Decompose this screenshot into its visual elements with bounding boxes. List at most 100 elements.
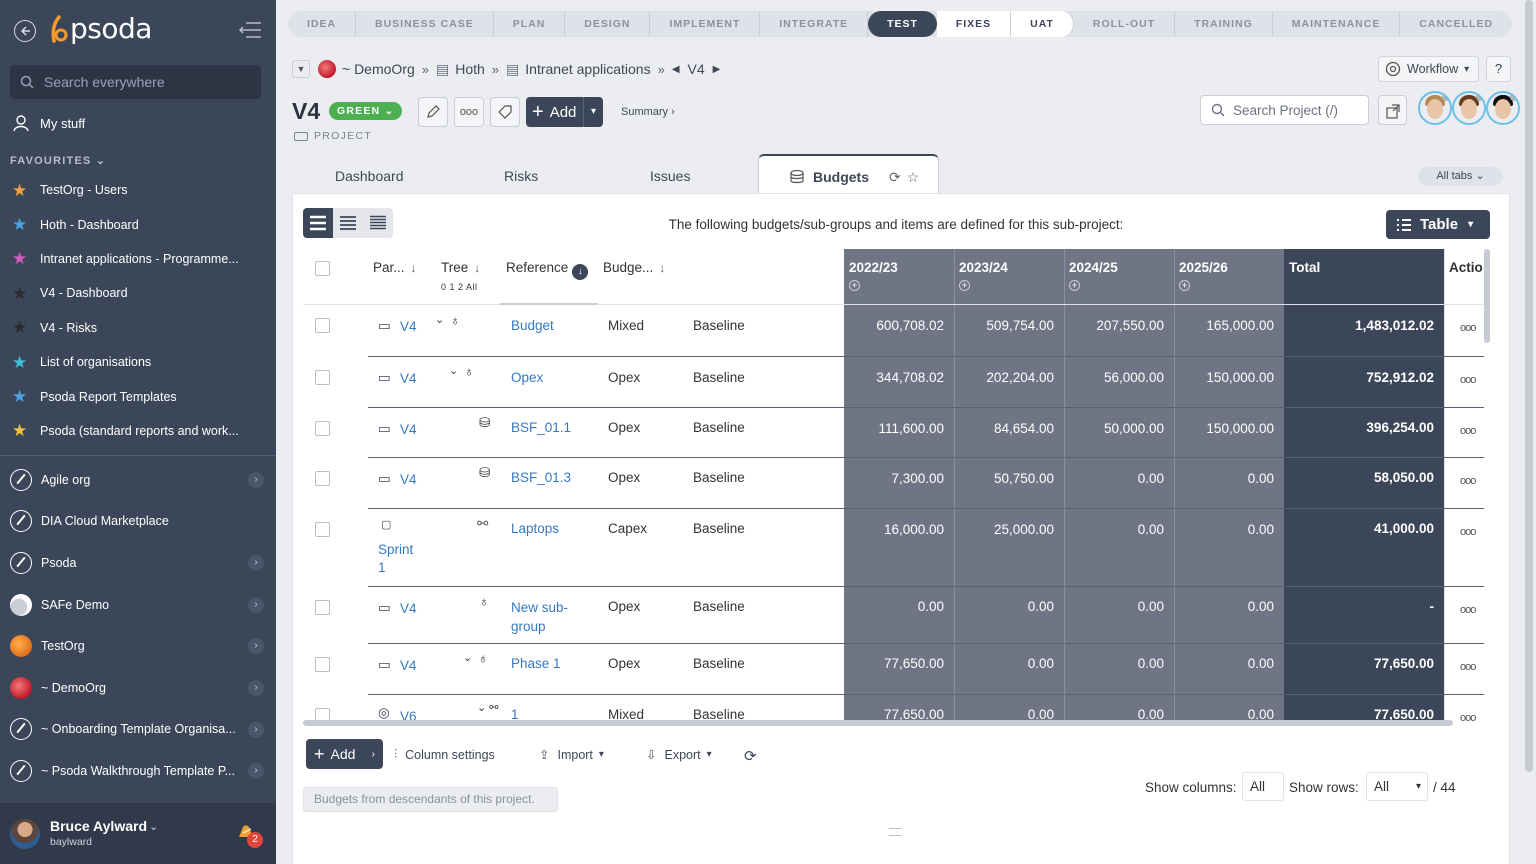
footer-add-button[interactable]: + Add › xyxy=(306,739,383,769)
reference-link[interactable]: Budget xyxy=(511,318,554,333)
column-header-year[interactable]: 2023/24 + xyxy=(959,260,1008,291)
favourite-item[interactable]: ★ Intranet applications - Programme... xyxy=(0,242,276,276)
org-item-safe-demo[interactable]: SAFe Demo › xyxy=(0,584,276,626)
chevron-right-icon[interactable]: › xyxy=(248,472,264,488)
import-button[interactable]: ⇪ Import ▾ xyxy=(539,747,604,763)
back-icon[interactable] xyxy=(14,20,36,42)
page-scrollbar[interactable] xyxy=(1525,0,1533,772)
expand-icon[interactable]: + xyxy=(959,280,970,291)
previous-sibling-icon[interactable]: ◀ xyxy=(672,64,680,75)
reference-link[interactable]: BSF_01.1 xyxy=(511,420,571,435)
row-actions-icon[interactable]: ooo xyxy=(1460,475,1476,487)
descendants-toggle[interactable]: Budgets from descendants of this project… xyxy=(303,787,558,812)
user-panel[interactable]: Bruce Aylward ⌄ baylward xyxy=(0,803,276,864)
stage-plan[interactable]: PLAN xyxy=(494,11,566,37)
row-actions-icon[interactable]: ooo xyxy=(1460,322,1476,334)
reference-link[interactable]: New sub-group xyxy=(511,598,581,636)
table-row[interactable]: ▭ V4 ⛁ BSF_01.3 Opex Baseline 7,300.00 5… xyxy=(303,458,1484,509)
favourite-item[interactable]: ★ Psoda Report Templates xyxy=(0,379,276,413)
team-member-avatar[interactable] xyxy=(1452,91,1486,125)
column-header-year[interactable]: 2022/23 + xyxy=(849,260,898,291)
org-item-agile-org[interactable]: Agile org › xyxy=(0,459,276,501)
status-badge[interactable]: GREEN ⌄ xyxy=(329,102,403,120)
share-button[interactable] xyxy=(1378,95,1407,125)
global-search-input[interactable]: Search everywhere xyxy=(10,65,261,99)
reference-link[interactable]: Opex xyxy=(511,370,543,385)
parent-link[interactable]: V4 xyxy=(400,319,417,334)
chevron-down-icon[interactable]: ⌄ xyxy=(449,364,458,377)
refresh-icon[interactable]: ⟳ xyxy=(889,169,901,186)
favourite-item[interactable]: ★ V4 - Dashboard xyxy=(0,276,276,310)
row-actions-icon[interactable]: ooo xyxy=(1460,425,1476,437)
chevron-down-icon[interactable]: ⌄ xyxy=(463,651,472,664)
parent-link[interactable]: Sprint 1 xyxy=(378,541,423,577)
table-row[interactable]: ▢ Sprint 1 ⚯ Laptops Capex Baseline 16,0… xyxy=(303,509,1484,587)
parent-link[interactable]: V4 xyxy=(400,601,417,616)
table-row[interactable]: ▭ V4 ⌄ ♁ Budget Mixed Baseline 600,708.0… xyxy=(303,305,1484,357)
column-settings-button[interactable]: ⫶ Column settings xyxy=(394,747,495,762)
chevron-down-icon[interactable]: ⌄ xyxy=(149,820,158,833)
team-member-avatar[interactable] xyxy=(1418,91,1452,125)
stage-business-case[interactable]: BUSINESS CASE xyxy=(356,11,494,37)
org-item-demoorg[interactable]: ~ DemoOrg › xyxy=(0,667,276,709)
psoda-logo[interactable]: psoda xyxy=(50,12,152,45)
row-checkbox[interactable] xyxy=(315,657,330,672)
breadcrumb-org[interactable]: ~ DemoOrg xyxy=(342,61,415,77)
reference-link[interactable]: Laptops xyxy=(511,521,559,536)
resize-handle-icon[interactable] xyxy=(889,828,901,836)
stage-roll-out[interactable]: ROLL-OUT xyxy=(1074,11,1176,37)
more-options-button[interactable]: ooo xyxy=(454,97,484,127)
parent-link[interactable]: V4 xyxy=(400,371,417,386)
favourite-item[interactable]: ★ List of organisations xyxy=(0,345,276,379)
stage-cancelled[interactable]: CANCELLED xyxy=(1400,11,1512,37)
my-stuff-link[interactable]: My stuff xyxy=(12,114,85,132)
team-member-avatar[interactable] xyxy=(1486,91,1520,125)
column-header-parent[interactable]: Par... ↓ xyxy=(373,260,417,275)
expand-icon[interactable]: + xyxy=(1179,280,1190,291)
row-actions-icon[interactable]: ooo xyxy=(1460,661,1476,673)
table-row[interactable]: ▭ V4 ♁ New sub-group Opex Baseline 0.00 … xyxy=(303,587,1484,644)
row-actions-icon[interactable]: ooo xyxy=(1460,604,1476,616)
column-header-year[interactable]: 2024/25 + xyxy=(1069,260,1118,291)
edit-button[interactable] xyxy=(418,97,448,127)
tree-level-selector[interactable]: 0 1 2 All xyxy=(441,282,478,292)
reference-link[interactable]: Phase 1 xyxy=(511,656,561,671)
chevron-right-icon[interactable]: › xyxy=(248,555,264,572)
stage-test[interactable]: TEST xyxy=(868,11,937,37)
table-row[interactable]: ▭ V4 ⛁ BSF_01.1 Opex Baseline 111,600.00… xyxy=(303,408,1484,458)
breadcrumb-program[interactable]: Hoth xyxy=(455,61,485,77)
column-header-reference[interactable]: Reference ↓ xyxy=(506,260,589,280)
tab-issues[interactable]: Issues xyxy=(650,168,690,184)
breadcrumb-portfolio[interactable]: Intranet applications xyxy=(525,61,650,77)
row-checkbox[interactable] xyxy=(315,370,330,385)
row-checkbox[interactable] xyxy=(315,522,330,537)
chevron-right-icon[interactable]: › xyxy=(248,679,264,696)
collapse-menu-icon[interactable] xyxy=(238,22,262,41)
chevron-down-icon[interactable]: ⌄ ⚯ xyxy=(477,701,499,714)
stage-fixes[interactable]: FIXES xyxy=(936,11,1012,37)
column-header-total[interactable]: Total xyxy=(1289,260,1320,275)
star-outline-icon[interactable]: ☆ xyxy=(907,169,920,186)
parent-link[interactable]: V4 xyxy=(400,658,417,673)
stage-uat[interactable]: UAT xyxy=(1011,11,1074,37)
expand-icon[interactable]: + xyxy=(1069,280,1080,291)
stage-idea[interactable]: IDEA xyxy=(288,11,357,37)
chevron-down-icon[interactable]: ⌄ xyxy=(435,313,444,326)
column-header-year[interactable]: 2025/26 + xyxy=(1179,260,1228,291)
stage-maintenance[interactable]: MAINTENANCE xyxy=(1273,11,1401,37)
add-button[interactable]: + Add ▾ xyxy=(526,97,603,127)
tag-button[interactable] xyxy=(490,97,520,127)
reference-link[interactable]: BSF_01.3 xyxy=(511,470,571,485)
next-sibling-icon[interactable]: ▶ xyxy=(713,64,721,75)
breadcrumb-project[interactable]: V4 xyxy=(688,61,705,77)
project-search-input[interactable]: Search Project (/) xyxy=(1200,95,1369,125)
table-row[interactable]: ▭ V4 ⌄ ♁ Phase 1 Opex Baseline 77,650.00… xyxy=(303,644,1484,695)
table-horizontal-scrollbar[interactable] xyxy=(303,720,1453,726)
table-vertical-scrollbar[interactable] xyxy=(1484,249,1490,343)
favourites-header[interactable]: FAVOURITES ⌄ xyxy=(10,154,106,167)
refresh-icon[interactable]: ⟳ xyxy=(744,747,757,765)
table-row[interactable]: ▭ V4 ⌄ ♁ Opex Opex Baseline 344,708.02 2… xyxy=(303,357,1484,408)
stage-integrate[interactable]: INTEGRATE xyxy=(760,11,869,37)
row-checkbox[interactable] xyxy=(315,471,330,486)
breadcrumb-toggle-button[interactable]: ▼ xyxy=(292,60,310,78)
